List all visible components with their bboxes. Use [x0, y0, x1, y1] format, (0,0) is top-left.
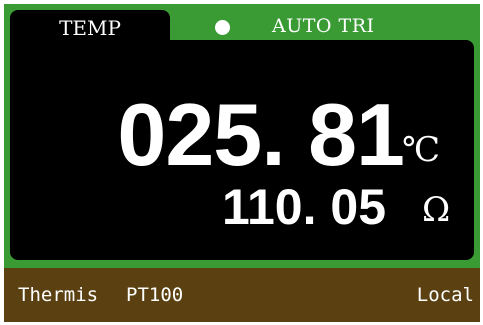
- temperature-reading: 025. 81: [117, 85, 405, 184]
- mode-label: AUTO TRI: [272, 15, 375, 37]
- tab-temp-label: TEMP: [59, 16, 121, 40]
- status-indicator-icon: [215, 20, 230, 35]
- sensor-model-label: PT100: [126, 284, 184, 306]
- temperature-unit: ℃: [402, 130, 441, 170]
- resistance-unit: Ω: [422, 190, 451, 230]
- sensor-type-label: Thermis: [18, 284, 99, 306]
- instrument-screen: TEMP AUTO TRI 025. 81 ℃ 110. 05 Ω Thermi…: [4, 4, 480, 322]
- resistance-reading: 110. 05: [221, 179, 386, 235]
- status-footer: Thermis PT100 Local: [4, 268, 480, 322]
- control-mode-label: Local: [416, 284, 474, 306]
- tab-temp[interactable]: TEMP: [10, 10, 170, 50]
